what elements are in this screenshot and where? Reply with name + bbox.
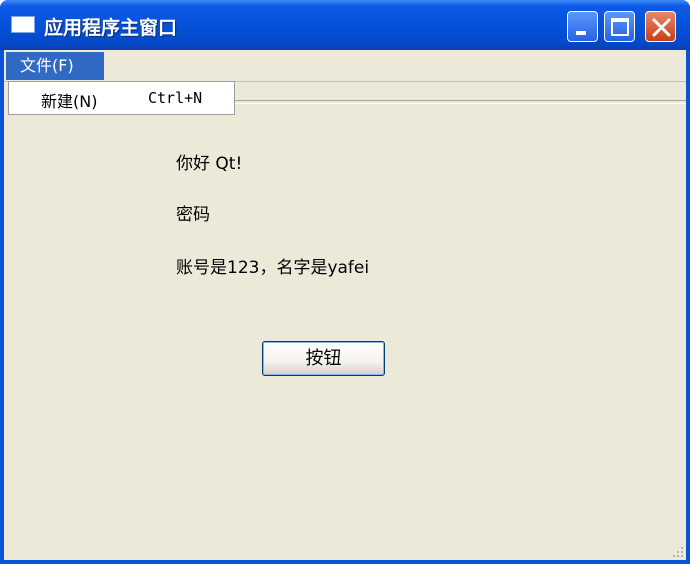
label-password: 密码 — [176, 205, 210, 225]
menu-item-new-label: 新建(N) — [41, 92, 98, 111]
file-menu-dropdown: 新建(N) Ctrl+N — [8, 81, 235, 115]
label-hello: 你好 Qt! — [176, 154, 243, 174]
main-window: 应用程序主窗口 文件(F) 新建(N) Ctrl+N 你好 Qt! 密码 账号是… — [0, 0, 690, 564]
window-app-icon — [11, 16, 35, 33]
menu-bar: 文件(F) — [4, 50, 686, 81]
push-button[interactable]: 按钮 — [262, 341, 385, 376]
minimize-icon — [576, 31, 586, 35]
menu-item-new[interactable]: 新建(N) Ctrl+N — [9, 82, 234, 114]
toolbar-separator — [234, 100, 686, 104]
label-account: 账号是123，名字是yafei — [176, 258, 370, 278]
close-icon — [652, 18, 671, 37]
title-bar[interactable]: 应用程序主窗口 — [0, 0, 690, 50]
menu-file[interactable]: 文件(F) — [6, 52, 104, 80]
window-title: 应用程序主窗口 — [44, 17, 178, 39]
resize-grip-icon[interactable] — [670, 544, 684, 558]
menu-item-new-shortcut: Ctrl+N — [148, 89, 203, 107]
client-area: 文件(F) 新建(N) Ctrl+N 你好 Qt! 密码 账号是123，名字是y… — [4, 50, 686, 560]
maximize-button[interactable] — [604, 11, 635, 42]
close-button[interactable] — [645, 11, 676, 42]
minimize-button[interactable] — [567, 11, 598, 42]
maximize-icon — [611, 18, 629, 36]
